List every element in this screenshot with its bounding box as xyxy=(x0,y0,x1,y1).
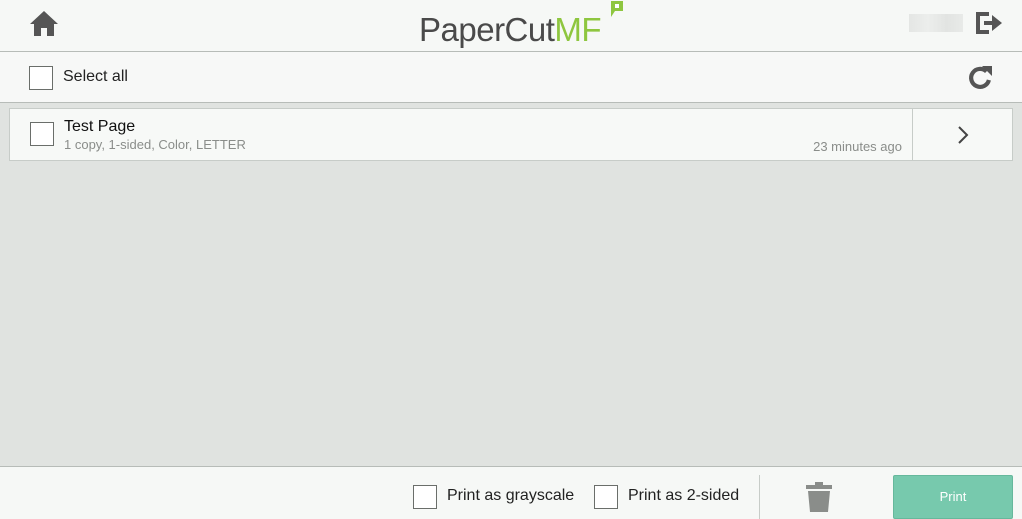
footer-bar: Print as grayscale Print as 2-sided Prin… xyxy=(0,466,1022,519)
header-bar: PaperCutMF xyxy=(0,0,1022,52)
trash-icon xyxy=(806,482,832,512)
select-all-label[interactable]: Select all xyxy=(63,68,128,86)
logo-suffix-text: MF xyxy=(554,11,602,48)
duplex-checkbox[interactable] xyxy=(594,485,618,509)
chevron-right-icon xyxy=(958,126,969,144)
job-title: Test Page xyxy=(64,118,136,135)
job-details: 1 copy, 1-sided, Color, LETTER xyxy=(64,137,246,152)
logo-brand-text: PaperCut xyxy=(419,11,555,48)
home-button[interactable] xyxy=(28,9,60,39)
home-icon xyxy=(30,11,58,36)
job-details-button[interactable] xyxy=(912,109,1012,160)
print-button[interactable]: Print xyxy=(893,475,1013,519)
logout-icon xyxy=(976,12,1002,34)
grayscale-checkbox[interactable] xyxy=(413,485,437,509)
logo-mark-icon xyxy=(611,1,623,17)
select-all-checkbox[interactable] xyxy=(29,66,53,90)
job-time: 23 minutes ago xyxy=(813,139,902,154)
papercut-logo: PaperCutMF xyxy=(419,11,602,48)
job-row[interactable]: Test Page 1 copy, 1-sided, Color, LETTER… xyxy=(9,108,1013,161)
duplex-label[interactable]: Print as 2-sided xyxy=(628,487,739,505)
refresh-icon xyxy=(969,66,992,89)
logout-button[interactable] xyxy=(974,10,1004,36)
delete-button[interactable] xyxy=(804,481,834,513)
user-name-placeholder xyxy=(909,14,963,32)
refresh-button[interactable] xyxy=(966,64,994,92)
job-list: Test Page 1 copy, 1-sided, Color, LETTER… xyxy=(0,104,1022,466)
job-select-checkbox[interactable] xyxy=(30,122,54,146)
toolbar: Select all xyxy=(0,52,1022,103)
footer-divider xyxy=(759,475,760,519)
grayscale-label[interactable]: Print as grayscale xyxy=(447,487,574,505)
papercut-release-screen: PaperCutMF Select all Test Page 1 copy, … xyxy=(0,0,1022,519)
